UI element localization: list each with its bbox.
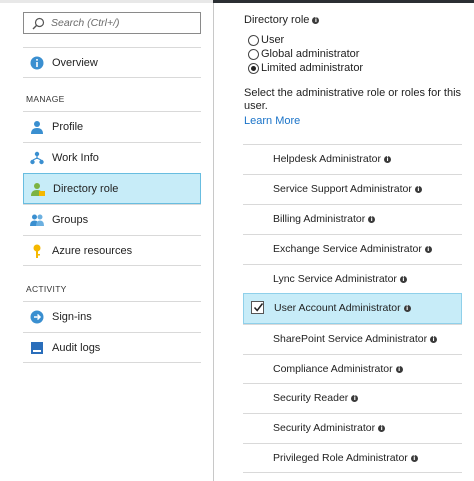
nav-item-work-info[interactable]: Work Info	[23, 142, 201, 173]
nav-item-sign-ins[interactable]: Sign-ins	[23, 301, 201, 332]
search-placeholder: Search (Ctrl+/)	[51, 17, 120, 29]
info-icon[interactable]: i	[430, 336, 438, 343]
info-icon[interactable]: i	[378, 425, 386, 432]
info-icon[interactable]: i	[312, 17, 320, 24]
info-icon	[30, 56, 44, 70]
radio-button[interactable]	[248, 49, 259, 60]
role-label: Privileged Role Administrator i	[273, 452, 418, 464]
group-icon	[30, 214, 44, 226]
nav-item-directory-role[interactable]: Directory role	[23, 173, 201, 204]
info-icon[interactable]: i	[424, 246, 432, 253]
info-icon[interactable]: i	[403, 305, 411, 312]
nav-item-label: Directory role	[53, 183, 119, 195]
role-label: Compliance Administrator i	[273, 363, 403, 375]
role-item-security-administrator[interactable]: Security Administrator i	[243, 413, 462, 443]
role-description: Select the administrative role or roles …	[244, 87, 462, 112]
key-icon	[33, 244, 41, 258]
user-role-icon	[31, 183, 45, 196]
role-item-privileged-role-administrator[interactable]: Privileged Role Administrator i	[243, 443, 462, 473]
nav-item-audit-logs[interactable]: Audit logs	[23, 332, 201, 363]
audit-log-icon	[31, 342, 43, 354]
nav-item-label: Azure resources	[52, 245, 133, 257]
role-label: Lync Service Administrator i	[273, 273, 407, 285]
role-label: Exchange Service Administrator i	[273, 243, 432, 255]
nav-item-label: Work Info	[52, 152, 99, 164]
role-item-service-support-administrator[interactable]: Service Support Administrator i	[243, 174, 462, 204]
info-icon[interactable]: i	[351, 395, 359, 402]
section-header-manage: MANAGE	[26, 94, 65, 104]
role-label: SharePoint Service Administrator i	[273, 333, 438, 345]
learn-more-link[interactable]: Learn More	[244, 115, 300, 127]
section-header-activity: ACTIVITY	[26, 284, 67, 294]
role-item-sharepoint-service-administrator[interactable]: SharePoint Service Administrator i	[243, 324, 462, 354]
role-item-compliance-administrator[interactable]: Compliance Administrator i	[243, 354, 462, 384]
directory-role-title-text: Directory role	[244, 14, 310, 26]
nav-item-label: Sign-ins	[52, 311, 92, 323]
directory-role-title: Directory role i	[244, 14, 320, 26]
role-item-helpdesk-administrator[interactable]: Helpdesk Administrator i	[243, 144, 462, 174]
role-item-exchange-service-administrator[interactable]: Exchange Service Administrator i	[243, 234, 462, 264]
info-icon[interactable]: i	[414, 186, 422, 193]
role-label: User Account Administrator i	[274, 302, 411, 314]
directory-role-pane: Directory role i User Global administrato…	[215, 3, 474, 481]
sign-in-icon	[30, 310, 44, 324]
role-item-security-reader[interactable]: Security Reader i	[243, 383, 462, 413]
role-label: Helpdesk Administrator i	[273, 153, 391, 165]
role-item-billing-administrator[interactable]: Billing Administrator i	[243, 204, 462, 234]
nav-item-groups[interactable]: Groups	[23, 204, 201, 235]
radio-button-selected[interactable]	[248, 63, 259, 74]
role-label: Service Support Administrator i	[273, 183, 422, 195]
checkmark-icon	[253, 303, 264, 312]
radio-label: Global administrator	[261, 48, 360, 60]
checkbox-checked[interactable]	[251, 301, 264, 314]
radio-label: Limited administrator	[261, 62, 364, 74]
nav-item-azure-resources[interactable]: Azure resources	[23, 235, 201, 266]
info-icon[interactable]: i	[368, 216, 376, 223]
nav-item-label: Overview	[52, 57, 98, 69]
radio-button[interactable]	[248, 35, 259, 46]
nav-item-label: Audit logs	[52, 342, 101, 354]
org-chart-icon	[30, 151, 44, 165]
left-nav-pane: Search (Ctrl+/) Overview MANAGE Profile …	[0, 3, 214, 481]
nav-item-overview[interactable]: Overview	[23, 47, 201, 78]
nav-item-profile[interactable]: Profile	[23, 111, 201, 142]
role-label: Billing Administrator i	[273, 213, 376, 225]
user-icon	[31, 121, 43, 134]
role-item-user-account-administrator[interactable]: User Account Administrator i	[243, 293, 462, 324]
info-icon[interactable]: i	[410, 455, 418, 462]
nav-item-label: Profile	[52, 121, 84, 133]
role-label: Security Administrator i	[273, 422, 386, 434]
role-label: Security Reader i	[273, 392, 359, 404]
role-item-lync-service-administrator[interactable]: Lync Service Administrator i	[243, 264, 462, 294]
info-icon[interactable]: i	[395, 366, 403, 373]
nav-item-label: Groups	[52, 214, 89, 226]
info-icon[interactable]: i	[383, 156, 391, 163]
radio-label: User	[261, 34, 285, 46]
info-icon[interactable]: i	[399, 276, 407, 283]
search-icon	[32, 17, 45, 30]
search-input[interactable]: Search (Ctrl+/)	[23, 12, 201, 34]
